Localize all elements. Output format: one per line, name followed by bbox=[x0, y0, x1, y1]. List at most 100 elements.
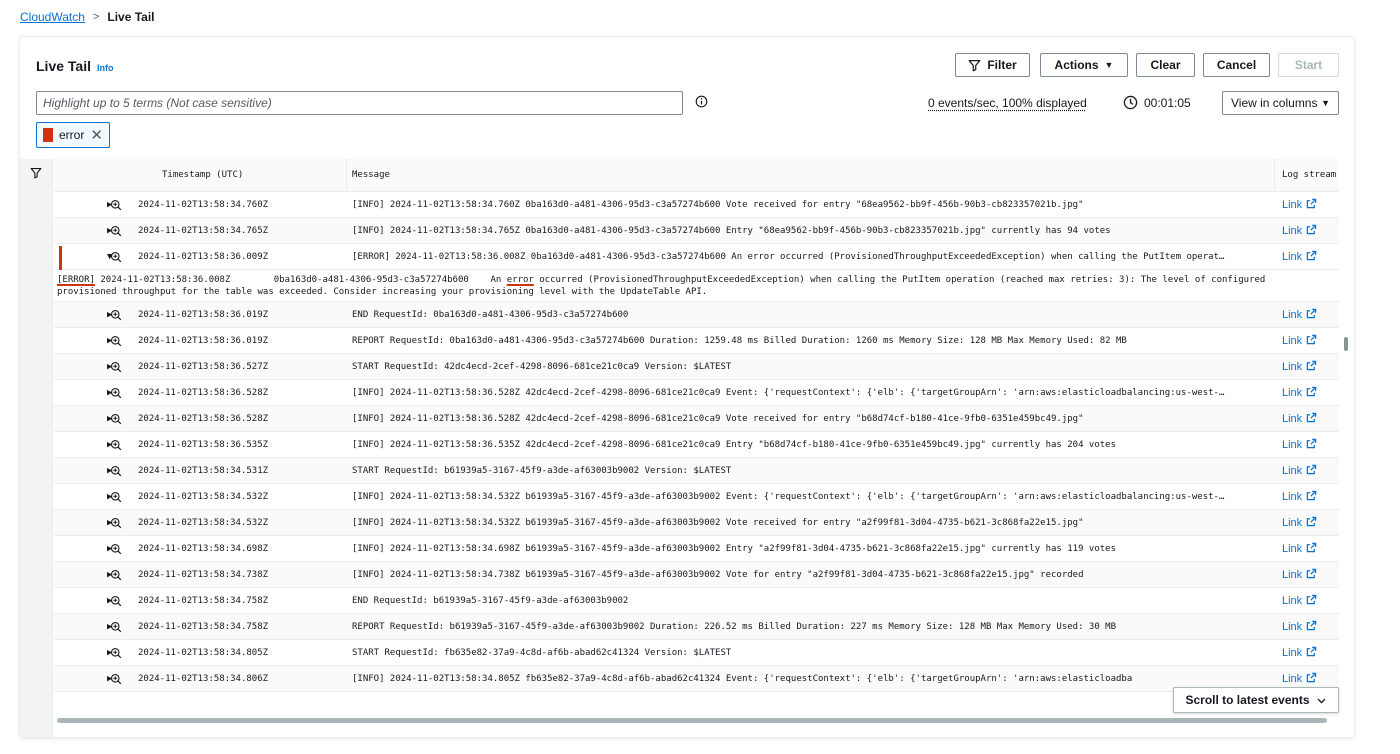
log-stream-link[interactable]: Link bbox=[1275, 672, 1339, 686]
zoom-in-icon[interactable] bbox=[110, 439, 138, 451]
event-rate-status[interactable]: 0 events/sec, 100% displayed bbox=[928, 96, 1087, 110]
external-link-icon bbox=[1306, 672, 1317, 686]
zoom-in-icon[interactable] bbox=[110, 387, 138, 399]
row-message: REPORT RequestId: 0ba163d0-a481-4306-95d… bbox=[352, 335, 1127, 346]
table-row[interactable]: ▶ 2024-11-02T13:58:34.765Z [INFO] 2024-11-… bbox=[54, 218, 1339, 244]
caret-right-icon[interactable]: ▶ bbox=[54, 596, 112, 606]
table-row[interactable]: ▶ 2024-11-02T13:58:36.527Z START RequestId… bbox=[54, 354, 1339, 380]
log-stream-link[interactable]: Link bbox=[1275, 516, 1339, 530]
zoom-in-icon[interactable] bbox=[110, 361, 138, 373]
remove-token-icon[interactable]: ✕ bbox=[90, 128, 103, 143]
row-timestamp: 2024-11-02T13:58:34.698Z bbox=[138, 543, 269, 554]
table-row[interactable]: ▶ 2024-11-02T13:58:34.531Z START RequestId… bbox=[54, 458, 1339, 484]
log-stream-link[interactable]: Link bbox=[1275, 438, 1339, 452]
log-stream-link[interactable]: Link bbox=[1275, 594, 1339, 608]
table-row[interactable]: ▶ 2024-11-02T13:58:34.805Z START RequestId… bbox=[54, 640, 1339, 666]
view-mode-select[interactable]: View in columns ▼ bbox=[1222, 91, 1339, 115]
column-header-log-stream[interactable]: Log stream bbox=[1275, 159, 1339, 191]
log-stream-link[interactable]: Link bbox=[1275, 490, 1339, 504]
log-stream-link[interactable]: Link bbox=[1275, 198, 1339, 212]
caret-right-icon[interactable]: ▶ bbox=[54, 648, 112, 658]
clear-button[interactable]: Clear bbox=[1136, 53, 1195, 77]
external-link-icon bbox=[1306, 620, 1317, 634]
caret-right-icon[interactable]: ▶ bbox=[54, 200, 112, 210]
caret-right-icon[interactable]: ▶ bbox=[54, 310, 112, 320]
caret-right-icon[interactable]: ▶ bbox=[54, 674, 112, 684]
vertical-scrollbar[interactable] bbox=[1344, 337, 1348, 351]
log-stream-link[interactable]: Link bbox=[1275, 360, 1339, 374]
highlight-terms-input[interactable] bbox=[36, 91, 683, 115]
table-row[interactable]: ▼ 2024-11-02T13:58:36.009Z [ERROR] 2024-11… bbox=[54, 244, 1339, 270]
caret-expanded-icon[interactable]: ▼ bbox=[54, 252, 112, 262]
log-stream-link[interactable]: Link bbox=[1275, 334, 1339, 348]
table-row[interactable]: ▶ 2024-11-02T13:58:36.019Z REPORT RequestI… bbox=[54, 328, 1339, 354]
zoom-in-icon[interactable] bbox=[110, 621, 138, 633]
table-row[interactable]: ▶ 2024-11-02T13:58:34.758Z END RequestId: … bbox=[54, 588, 1339, 614]
table-row[interactable]: ▶ 2024-11-02T13:58:36.019Z END RequestId: … bbox=[54, 302, 1339, 328]
caret-right-icon[interactable]: ▶ bbox=[54, 414, 112, 424]
breadcrumb-cloudwatch-link[interactable]: CloudWatch bbox=[20, 10, 85, 24]
table-row[interactable]: ▶ 2024-11-02T13:58:34.760Z [INFO] 2024-11-… bbox=[54, 192, 1339, 218]
cancel-button[interactable]: Cancel bbox=[1203, 53, 1270, 77]
log-stream-link[interactable]: Link bbox=[1275, 386, 1339, 400]
zoom-in-icon[interactable] bbox=[110, 225, 138, 237]
table-row[interactable]: ▶ 2024-11-02T13:58:34.532Z [INFO] 2024-11-… bbox=[54, 484, 1339, 510]
log-stream-link[interactable]: Link bbox=[1275, 620, 1339, 634]
table-row[interactable]: ▶ 2024-11-02T13:58:36.528Z [INFO] 2024-11-… bbox=[54, 406, 1339, 432]
log-stream-link[interactable]: Link bbox=[1275, 250, 1339, 264]
log-stream-link[interactable]: Link bbox=[1275, 646, 1339, 660]
start-button[interactable]: Start bbox=[1278, 53, 1339, 77]
caret-right-icon[interactable]: ▶ bbox=[54, 226, 112, 236]
zoom-in-icon[interactable] bbox=[110, 309, 138, 321]
filter-button[interactable]: Filter bbox=[955, 53, 1030, 77]
log-stream-link[interactable]: Link bbox=[1275, 308, 1339, 322]
caret-right-icon[interactable]: ▶ bbox=[54, 622, 112, 632]
row-message: [INFO] 2024-11-02T13:58:34.532Z b61939a5… bbox=[352, 491, 1225, 502]
log-stream-link[interactable]: Link bbox=[1275, 224, 1339, 238]
caret-right-icon[interactable]: ▶ bbox=[54, 336, 112, 346]
zoom-in-icon[interactable] bbox=[110, 465, 138, 477]
caret-right-icon[interactable]: ▶ bbox=[54, 362, 112, 372]
table-row[interactable]: ▶ 2024-11-02T13:58:34.738Z [INFO] 2024-11-… bbox=[54, 562, 1339, 588]
zoom-in-icon[interactable] bbox=[110, 647, 138, 659]
zoom-in-icon[interactable] bbox=[110, 413, 138, 425]
error-level-marker bbox=[59, 246, 62, 270]
caret-right-icon[interactable]: ▶ bbox=[54, 544, 112, 554]
log-stream-link[interactable]: Link bbox=[1275, 412, 1339, 426]
horizontal-scrollbar[interactable] bbox=[57, 718, 1327, 723]
caret-right-icon[interactable]: ▶ bbox=[54, 466, 112, 476]
log-stream-link[interactable]: Link bbox=[1275, 464, 1339, 478]
zoom-in-icon[interactable] bbox=[110, 595, 138, 607]
log-stream-link[interactable]: Link bbox=[1275, 568, 1339, 582]
info-link[interactable]: Info bbox=[97, 63, 114, 73]
filter-icon[interactable] bbox=[30, 167, 42, 179]
caret-right-icon[interactable]: ▶ bbox=[54, 492, 112, 502]
table-row[interactable]: ▶ 2024-11-02T13:58:36.528Z [INFO] 2024-11-… bbox=[54, 380, 1339, 406]
column-filter-strip bbox=[20, 159, 53, 737]
caret-right-icon[interactable]: ▶ bbox=[54, 440, 112, 450]
column-header-timestamp[interactable]: Timestamp (UTC) bbox=[54, 159, 347, 191]
table-row[interactable]: ▶ 2024-11-02T13:58:34.532Z [INFO] 2024-11-… bbox=[54, 510, 1339, 536]
zoom-in-icon[interactable] bbox=[110, 199, 138, 211]
caret-right-icon[interactable]: ▶ bbox=[54, 388, 112, 398]
zoom-in-icon[interactable] bbox=[110, 517, 138, 529]
highlight-token-label: error bbox=[59, 128, 85, 142]
log-stream-link-label: Link bbox=[1282, 594, 1303, 607]
caret-right-icon[interactable]: ▶ bbox=[54, 518, 112, 528]
zoom-in-icon[interactable] bbox=[110, 543, 138, 555]
table-row[interactable]: ▶ 2024-11-02T13:58:34.806Z [INFO] 2024-11-… bbox=[54, 666, 1339, 692]
info-icon[interactable] bbox=[695, 95, 708, 108]
table-row[interactable]: ▶ 2024-11-02T13:58:36.535Z [INFO] 2024-11-… bbox=[54, 432, 1339, 458]
caret-right-icon[interactable]: ▶ bbox=[54, 570, 112, 580]
actions-button[interactable]: Actions ▼ bbox=[1040, 53, 1128, 77]
zoom-in-icon[interactable] bbox=[110, 491, 138, 503]
scroll-to-latest-button[interactable]: Scroll to latest events bbox=[1173, 687, 1339, 713]
zoom-in-icon[interactable] bbox=[110, 569, 138, 581]
table-row[interactable]: ▶ 2024-11-02T13:58:34.758Z REPORT RequestI… bbox=[54, 614, 1339, 640]
zoom-in-icon[interactable] bbox=[110, 251, 138, 263]
zoom-in-icon[interactable] bbox=[110, 673, 138, 685]
column-header-message[interactable]: Message bbox=[347, 159, 1275, 191]
zoom-in-icon[interactable] bbox=[110, 335, 138, 347]
table-row[interactable]: ▶ 2024-11-02T13:58:34.698Z [INFO] 2024-11-… bbox=[54, 536, 1339, 562]
log-stream-link[interactable]: Link bbox=[1275, 542, 1339, 556]
